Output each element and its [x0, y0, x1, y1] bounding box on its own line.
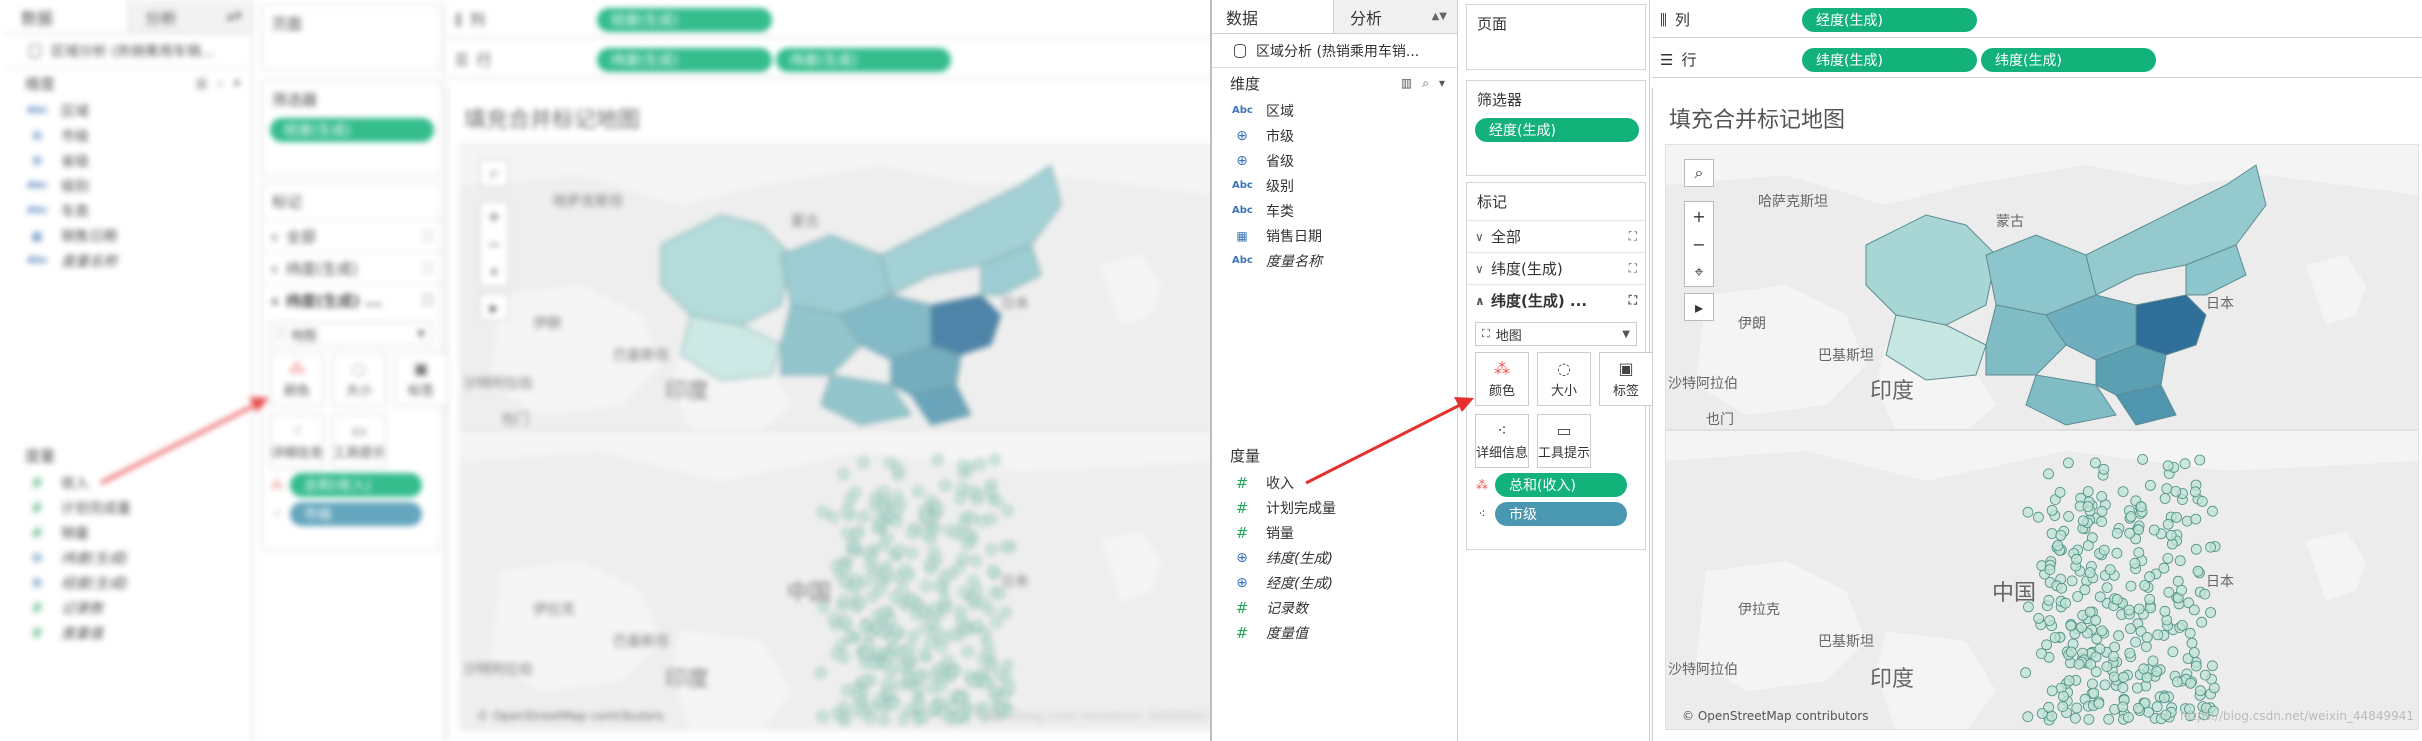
blurred-preview-inner: 数据 分析 ▲▼ 区域分析 (热销乘用车销... 维度 ▥ ⌕ ▾ Abc 区域 ⊕ 市… [0, 0, 1210, 741]
blurred-preview: 数据 分析 ▲▼ 区域分析 (热销乘用车销... 维度 ▥ ⌕ ▾ Abc 区域 ⊕ 市… [0, 0, 1210, 741]
blurred-annotation-arrow [100, 397, 269, 485]
divider [1210, 0, 1212, 741]
tableau-workspace: 数据 分析 ▲▼ 区域分析 (热销乘用车销... 维度 ▥ ⌕ ▾ Abc 区域 ⊕ 市… [0, 0, 2422, 741]
